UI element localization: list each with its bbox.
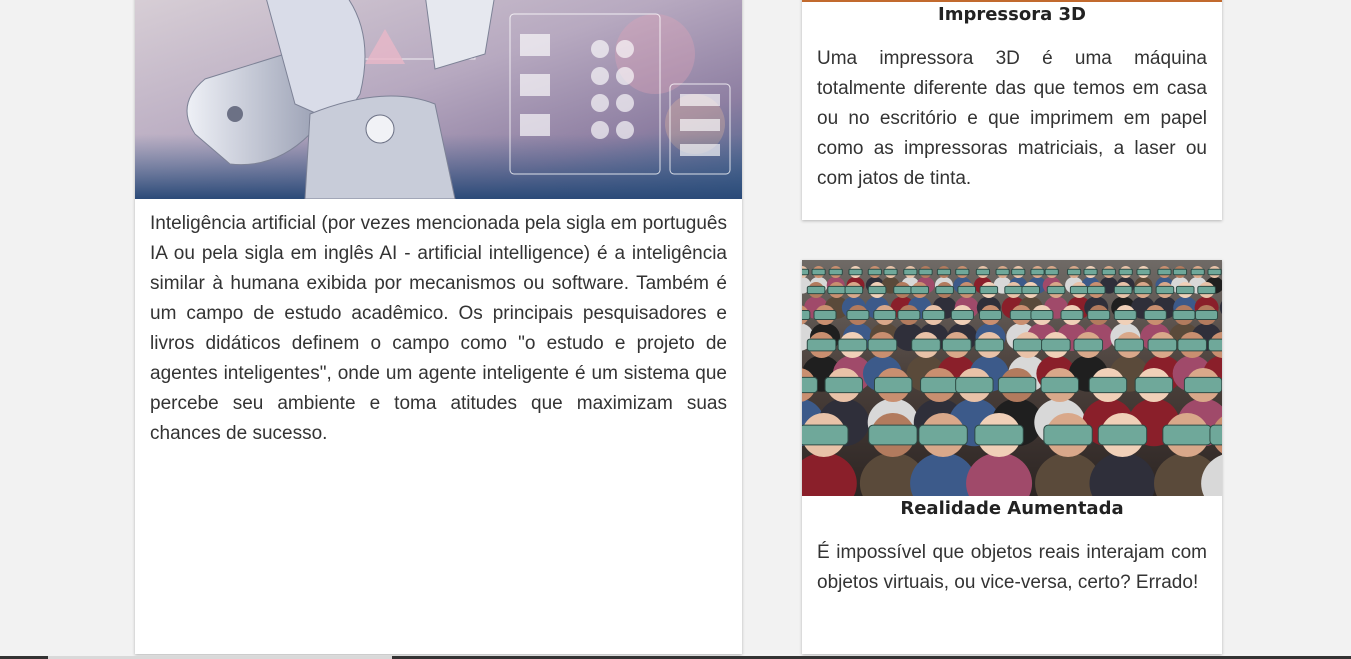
printer-image-edge xyxy=(802,0,1222,2)
card-augmented-reality: Realidade Aumentada É impossível que obj… xyxy=(802,260,1222,654)
card-artificial-intelligence: Inteligência artificial (por vezes menci… xyxy=(135,0,742,654)
augmented-reality-description: É impossível que objetos reais interajam… xyxy=(817,542,1207,593)
card-3d-printer: Impressora 3D Uma impressora 3D é uma má… xyxy=(802,0,1222,220)
vr-audience-image xyxy=(802,260,1222,496)
ai-robot-image xyxy=(135,0,742,199)
printer-3d-description: Uma impressora 3D é uma máquina totalmen… xyxy=(817,48,1207,189)
printer-3d-title: Impressora 3D xyxy=(938,4,1086,25)
page: Inteligência artificial (por vezes menci… xyxy=(0,0,1351,659)
ai-description: Inteligência artificial (por vezes menci… xyxy=(150,213,727,444)
augmented-reality-title: Realidade Aumentada xyxy=(900,498,1124,519)
